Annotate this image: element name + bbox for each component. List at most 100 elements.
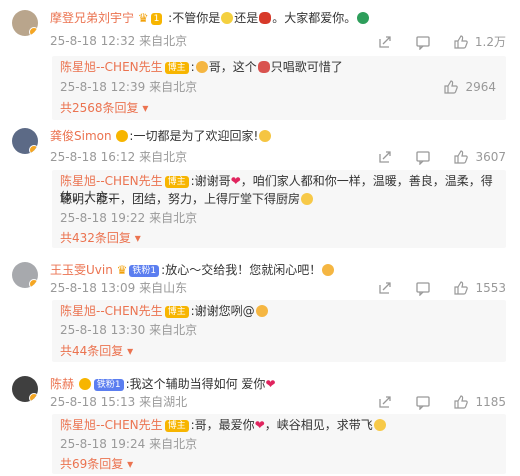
reply-username[interactable]: 陈星旭--CHEN先生 [60, 304, 163, 318]
author-badge: 博主 [164, 306, 189, 318]
reply-like-button[interactable]: 2964 [443, 79, 496, 95]
reply-location: 来自北京 [149, 211, 198, 225]
fan-badge: 1 [150, 13, 163, 25]
verified-icon [29, 393, 38, 402]
reply-box: 陈星旭--CHEN先生 博主:谢谢您咧@ 25-8-18 13:30 来自北京 共… [52, 300, 506, 362]
like-icon [453, 149, 469, 165]
crown-icon: ♛ [116, 263, 128, 277]
avatar[interactable] [12, 376, 38, 402]
comment-location: 来自北京 [139, 34, 188, 48]
reply-text: :哥，最爱你 [190, 418, 255, 432]
chevron-down-icon: ▾ [142, 101, 149, 115]
reply-text: ，峡谷相见，求带飞 [264, 418, 373, 432]
reply-username[interactable]: 陈星旭--CHEN先生 [60, 60, 163, 74]
verified-icon [29, 27, 38, 36]
comment-icon[interactable] [415, 34, 431, 50]
lemon-emoji-icon [221, 12, 234, 24]
reply-username[interactable]: 陈星旭--CHEN先生 [60, 418, 163, 432]
reply-location: 来自北京 [149, 323, 198, 337]
comment-location: 来自山东 [139, 281, 188, 295]
reply-location: 来自北京 [149, 437, 198, 451]
like-icon [453, 394, 469, 410]
like-button[interactable]: 1185 [453, 394, 506, 410]
comment-text: 。大家都爱你。 [272, 11, 357, 25]
comment-time: 25-8-18 13:09 [50, 281, 136, 295]
reply-time: 25-8-18 19:24 [60, 437, 146, 451]
more-replies-link[interactable]: 共432条回复 ▾ [60, 230, 141, 246]
comment-time: 25-8-18 12:32 [50, 34, 136, 48]
comment-item: 陈赫 铁粉1:我这个辅助当得如何 爱你❤ 25-8-18 15:13 来自湖北 … [0, 370, 520, 476]
verified-icon [29, 279, 38, 288]
chevron-down-icon: ▾ [127, 457, 134, 471]
heart-emoji-icon: ❤ [254, 418, 265, 432]
comment-time: 25-8-18 15:13 [50, 395, 136, 409]
reply-time: 25-8-18 19:22 [60, 211, 146, 225]
comment-text: :放心～交给我！您就闲心吧！ [161, 263, 322, 277]
reply-box: 陈星旭--CHEN先生 博主:谢谢哥❤，咱们家人都和你一样，温暖，善良，温柔，得体… [52, 170, 506, 248]
smile-emoji-icon [255, 305, 268, 317]
heart-emoji-icon: ❤ [265, 377, 276, 391]
chevron-down-icon: ▾ [134, 231, 141, 245]
crown-icon: ♛ [137, 11, 149, 25]
share-icon[interactable] [377, 394, 393, 410]
chili-emoji-icon [259, 12, 272, 24]
comment-text: 还是 [234, 11, 259, 25]
like-count: 1185 [475, 395, 506, 409]
comment-username[interactable]: 龚俊Simon [50, 129, 112, 143]
share-icon[interactable] [377, 34, 393, 50]
like-button[interactable]: 3607 [453, 149, 506, 165]
reply-box: 陈星旭--CHEN先生 博主:哥，最爱你❤，峡谷相见，求带飞 25-8-18 19… [52, 414, 506, 474]
share-icon[interactable] [377, 149, 393, 165]
comment-time: 25-8-18 16:12 [50, 150, 136, 164]
comment-icon[interactable] [415, 280, 431, 296]
glasses-emoji-icon [259, 130, 272, 142]
share-icon[interactable] [377, 280, 393, 296]
more-replies-link[interactable]: 共69条回复 ▾ [60, 456, 133, 472]
like-count: 3607 [475, 150, 506, 164]
fan-badge: 铁粉1 [93, 379, 124, 391]
reply-username[interactable]: 陈星旭--CHEN先生 [60, 174, 163, 188]
comment-username[interactable]: 摩登兄弟刘宇宁 [50, 11, 134, 25]
reply-text: 只唱歌可惜了 [270, 60, 343, 74]
grin-emoji-icon [195, 61, 208, 73]
author-badge: 博主 [164, 176, 189, 188]
reply-time: 25-8-18 12:39 [60, 80, 146, 94]
comment-icon[interactable] [415, 394, 431, 410]
avatar[interactable] [12, 128, 38, 154]
like-count: 2964 [465, 80, 496, 94]
more-replies-link[interactable]: 共44条回复 ▾ [60, 343, 133, 359]
reply-time: 25-8-18 13:30 [60, 323, 146, 337]
reply-location: 来自北京 [149, 80, 198, 94]
sparkle-emoji-icon [301, 193, 314, 205]
comment-username[interactable]: 王玉雯Uvin [50, 263, 113, 277]
like-count: 1553 [475, 281, 506, 295]
comment-item: 摩登兄弟刘宇宁 ♛ 1 :不管你是 还是 。大家都爱你。 25-8-18 12:32 … [0, 0, 520, 120]
comment-location: 来自湖北 [139, 395, 188, 409]
reply-box: 陈星旭--CHEN先生 博主: 哥，这个 只唱歌可惜了 25-8-18 12:39 来… [52, 56, 506, 120]
author-badge: 博主 [164, 62, 189, 74]
author-badge: 博主 [164, 420, 189, 432]
comment-text: :我这个辅助当得如何 爱你 [125, 377, 266, 391]
chevron-down-icon: ▾ [127, 344, 134, 358]
reply-text: 聪明，能干，团结，努力，上得厅堂下得厨房 [60, 192, 301, 206]
lips-emoji-icon [257, 61, 270, 73]
comment-icon[interactable] [415, 149, 431, 165]
avatar[interactable] [12, 10, 38, 36]
comment-item: 王玉雯Uvin ♛ 铁粉1:放心～交给我！您就闲心吧！ 25-8-18 13:09… [0, 256, 520, 366]
heart-emoji-icon: ❤ [230, 174, 241, 188]
more-replies-link[interactable]: 共2568条回复 ▾ [60, 100, 148, 116]
wink-emoji-icon [322, 264, 335, 276]
like-button[interactable]: 1.2万 [453, 33, 506, 50]
reply-text: : [190, 60, 195, 74]
like-icon [453, 280, 469, 296]
reply-text: 哥，这个 [208, 60, 257, 74]
comment-username[interactable]: 陈赫 [50, 377, 74, 391]
like-count: 1.2万 [474, 35, 506, 49]
comment-text: :不管你是 [168, 11, 221, 25]
like-icon [443, 79, 459, 95]
avatar[interactable] [12, 262, 38, 288]
comment-item: 龚俊Simon :一切都是为了欢迎回家! 25-8-18 16:12 来自北京 … [0, 122, 520, 250]
comment-text: :一切都是为了欢迎回家! [129, 129, 259, 143]
fan-badge-icon [78, 378, 91, 390]
like-button[interactable]: 1553 [453, 280, 506, 296]
